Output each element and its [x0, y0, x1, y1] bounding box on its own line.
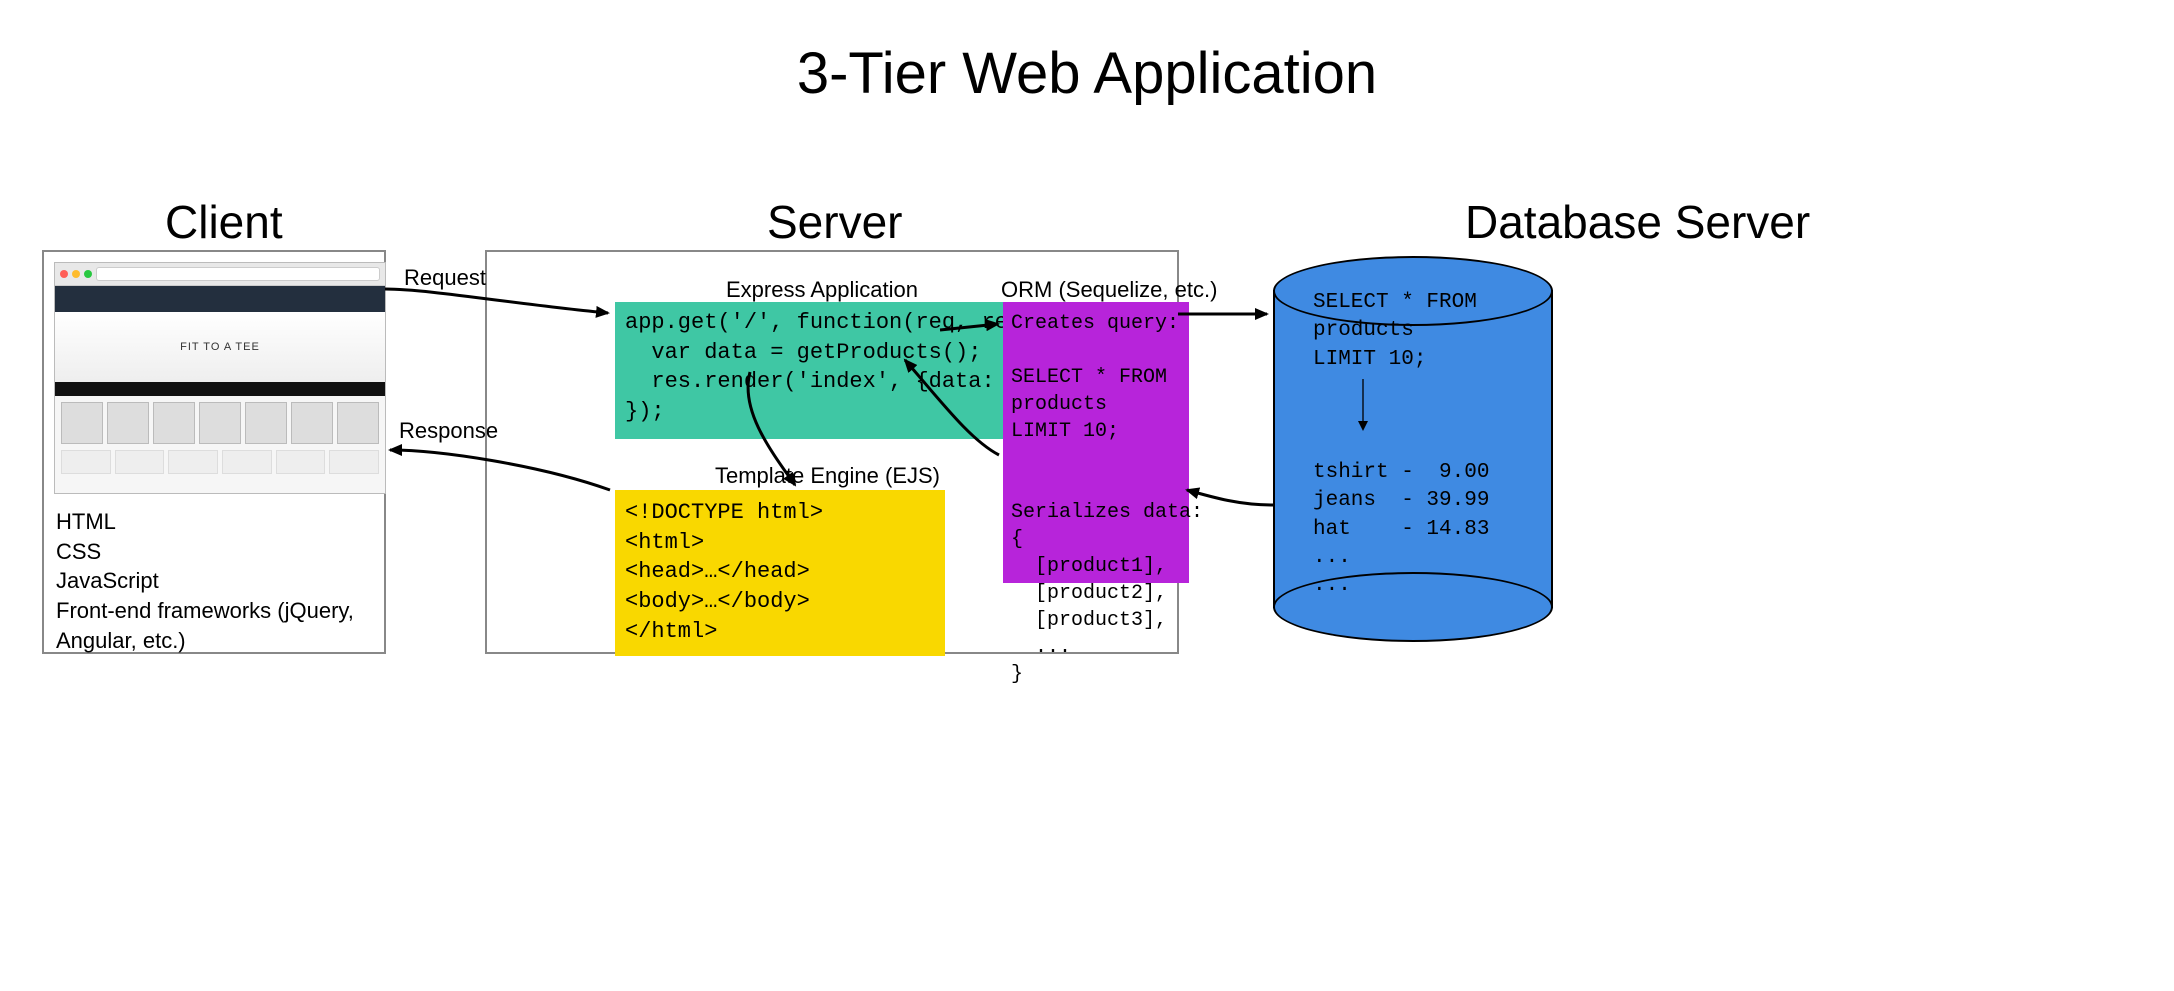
window-max-dot: [84, 270, 92, 278]
diagram-title: 3-Tier Web Application: [0, 40, 2174, 107]
client-tech-list: HTML CSS JavaScript Front-end frameworks…: [56, 507, 384, 655]
hero-text: FIT TO A TEE: [180, 341, 260, 353]
address-bar: [96, 267, 380, 281]
database-cylinder: SELECT * FROM products LIMIT 10; tshirt …: [1273, 290, 1553, 608]
hero-banner: FIT TO A TEE: [55, 312, 385, 382]
window-min-dot: [72, 270, 80, 278]
ejs-code: <!DOCTYPE html> <html> <head>…</head> <b…: [625, 498, 935, 646]
product-thumb: [107, 402, 149, 444]
client-tech-item: HTML: [56, 507, 384, 537]
product-thumb: [329, 450, 379, 474]
dark-strip: [55, 382, 385, 396]
client-tech-item: JavaScript: [56, 566, 384, 596]
response-arrow-label: Response: [399, 418, 498, 444]
orm-box: Creates query: SELECT * FROM products LI…: [1003, 302, 1189, 583]
product-thumb: [115, 450, 165, 474]
request-arrow-label: Request: [404, 265, 486, 291]
client-panel: FIT TO A TEE HTML CSS JavaScript Front-e…: [42, 250, 386, 654]
orm-label: ORM (Sequelize, etc.): [1001, 277, 1217, 303]
product-thumb: [199, 402, 241, 444]
product-thumb: [61, 450, 111, 474]
browser-chrome-bar: [55, 263, 385, 286]
product-thumb: [291, 402, 333, 444]
product-thumb: [245, 402, 287, 444]
site-navbar: [55, 286, 385, 312]
ejs-label: Template Engine (EJS): [715, 463, 940, 489]
product-thumbs-row: [55, 396, 385, 450]
express-code: app.get('/', function(req, res) { var da…: [625, 308, 995, 427]
orm-text: Creates query: SELECT * FROM products LI…: [1011, 310, 1181, 688]
product-thumb: [222, 450, 272, 474]
product-thumb: [337, 402, 379, 444]
client-tech-item: Front-end frameworks (jQuery, Angular, e…: [56, 596, 384, 655]
window-close-dot: [60, 270, 68, 278]
db-internal-arrow-icon: [1353, 379, 1373, 434]
express-code-box: app.get('/', function(req, res) { var da…: [615, 302, 1005, 439]
product-thumb: [61, 402, 103, 444]
client-column-label: Client: [165, 195, 283, 249]
client-tech-item: CSS: [56, 537, 384, 567]
product-thumb: [168, 450, 218, 474]
express-label: Express Application: [726, 277, 918, 303]
db-column-label: Database Server: [1465, 195, 1810, 249]
product-thumb: [276, 450, 326, 474]
browser-screenshot-mock: FIT TO A TEE: [54, 262, 386, 494]
product-thumbs-row-2: [55, 450, 385, 474]
db-text: SELECT * FROM products LIMIT 10; tshirt …: [1313, 289, 1489, 601]
ejs-code-box: <!DOCTYPE html> <html> <head>…</head> <b…: [615, 490, 945, 656]
product-thumb: [153, 402, 195, 444]
server-column-label: Server: [767, 195, 902, 249]
